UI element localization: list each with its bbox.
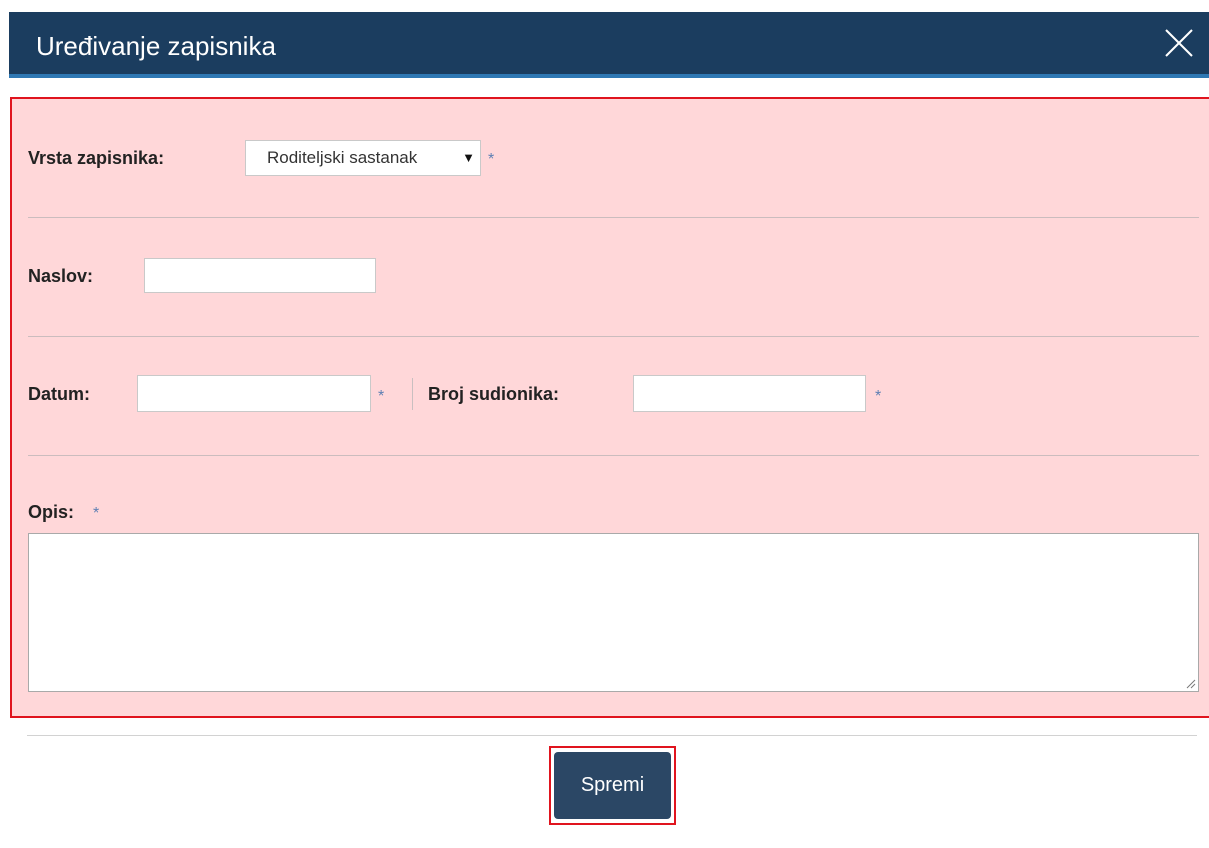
required-asterisk: * — [875, 388, 882, 405]
footer-divider — [27, 735, 1197, 736]
date-input[interactable] — [137, 375, 371, 412]
record-type-label: Vrsta zapisnika: — [28, 148, 165, 168]
field-separator — [412, 378, 413, 410]
required-asterisk: * — [378, 388, 385, 405]
title-input[interactable] — [144, 258, 376, 293]
required-asterisk: * — [488, 151, 495, 168]
divider — [28, 455, 1199, 456]
required-asterisk: * — [93, 505, 100, 522]
date-label: Datum: — [28, 384, 90, 404]
description-textarea[interactable] — [28, 533, 1199, 692]
participants-label: Broj sudionika: — [428, 384, 560, 404]
title-label: Naslov: — [28, 266, 94, 286]
divider — [28, 217, 1199, 218]
record-type-select[interactable]: Roditeljski sastanak ▼ — [245, 140, 481, 176]
resize-grip-icon[interactable] — [1184, 677, 1196, 689]
participants-input[interactable] — [633, 375, 866, 412]
record-type-value: Roditeljski sastanak — [267, 148, 418, 167]
edit-record-dialog: Uređivanje zapisnika Vrsta zapisnika: Ro… — [0, 0, 1209, 848]
divider — [28, 336, 1199, 337]
save-button[interactable]: Spremi — [554, 752, 671, 819]
description-label: Opis: — [28, 502, 75, 522]
dialog-header: Uređivanje zapisnika — [9, 12, 1209, 78]
close-button[interactable] — [1163, 27, 1195, 59]
form-panel: Vrsta zapisnika: Roditeljski sastanak ▼ … — [10, 97, 1209, 718]
dialog-title: Uređivanje zapisnika — [36, 31, 276, 61]
dropdown-arrow-icon: ▼ — [460, 147, 475, 169]
close-icon — [1165, 29, 1193, 57]
